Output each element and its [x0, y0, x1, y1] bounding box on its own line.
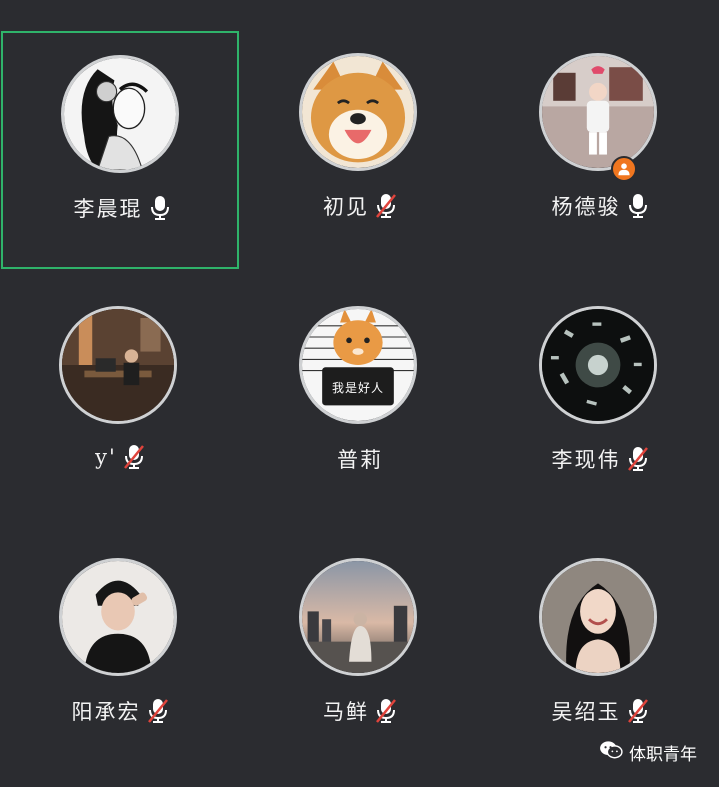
- microphone-muted-icon[interactable]: [375, 698, 397, 724]
- avatar-image: [302, 309, 414, 421]
- avatar[interactable]: [59, 558, 177, 676]
- participant-name: 阳承宏: [71, 700, 141, 724]
- participant-name-row: 普莉: [241, 444, 479, 474]
- participant-tile-5[interactable]: 我是好人 普莉: [241, 284, 479, 522]
- participant-name-row: 吴绍玉: [481, 696, 719, 726]
- microphone-on-icon[interactable]: [149, 195, 171, 221]
- microphone-muted-icon[interactable]: [627, 698, 649, 724]
- sign-text: 我是好人: [331, 381, 384, 395]
- avatar[interactable]: [59, 306, 177, 424]
- participant-name: 马鲜: [323, 700, 369, 724]
- participant-name: 吴绍玉: [551, 700, 621, 724]
- avatar[interactable]: [539, 53, 657, 171]
- participant-name-row: 马鲜: [241, 696, 479, 726]
- participant-name-row: 李现伟: [481, 444, 719, 474]
- participant-tile-6[interactable]: 李现伟: [481, 284, 719, 522]
- participant-grid: 李晨琨 初见 杨德骏 y' 我是好人 普莉 李现伟 阳承宏 马鲜 吴绍玉: [0, 0, 719, 787]
- avatar-image: [64, 58, 176, 170]
- participant-name: 李现伟: [551, 448, 621, 472]
- participant-name: y': [95, 445, 117, 469]
- host-user-icon: [618, 163, 630, 176]
- avatar-image: [542, 561, 654, 673]
- participant-tile-3[interactable]: 杨德骏: [481, 31, 719, 269]
- avatar[interactable]: [299, 53, 417, 171]
- participant-name-row: y': [1, 444, 239, 470]
- participant-tile-2[interactable]: 初见: [241, 31, 479, 269]
- avatar[interactable]: [539, 558, 657, 676]
- microphone-muted-icon[interactable]: [627, 446, 649, 472]
- avatar-image: [62, 309, 174, 421]
- avatar-image: [302, 56, 414, 168]
- participant-name: 杨德骏: [551, 195, 621, 219]
- avatar[interactable]: 我是好人: [299, 306, 417, 424]
- participant-tile-1[interactable]: 李晨琨: [1, 31, 239, 269]
- avatar-image: [542, 309, 654, 421]
- participant-name: 普莉: [337, 448, 383, 472]
- microphone-muted-icon[interactable]: [147, 698, 169, 724]
- watermark-label: 体职青年: [629, 745, 697, 764]
- participant-tile-9[interactable]: 吴绍玉: [481, 536, 719, 774]
- avatar-image: [542, 56, 654, 168]
- avatar[interactable]: [61, 55, 179, 173]
- participant-tile-7[interactable]: 阳承宏: [1, 536, 239, 774]
- watermark: 体职青年: [599, 740, 697, 765]
- avatar[interactable]: [299, 558, 417, 676]
- participant-name-row: 阳承宏: [1, 696, 239, 726]
- microphone-on-icon[interactable]: [627, 193, 649, 219]
- participant-name: 李晨琨: [73, 197, 143, 221]
- participant-tile-4[interactable]: y': [1, 284, 239, 522]
- host-badge: [611, 156, 637, 182]
- wechat-official-account-icon: [599, 740, 623, 765]
- participant-name-row: 杨德骏: [481, 191, 719, 221]
- participant-tile-8[interactable]: 马鲜: [241, 536, 479, 774]
- avatar-image: [302, 561, 414, 673]
- avatar[interactable]: [539, 306, 657, 424]
- avatar-image: [62, 561, 174, 673]
- participant-name-row: 李晨琨: [3, 193, 241, 223]
- microphone-muted-icon[interactable]: [123, 444, 145, 470]
- participant-name: 初见: [323, 195, 369, 219]
- participant-name-row: 初见: [241, 191, 479, 221]
- microphone-muted-icon[interactable]: [375, 193, 397, 219]
